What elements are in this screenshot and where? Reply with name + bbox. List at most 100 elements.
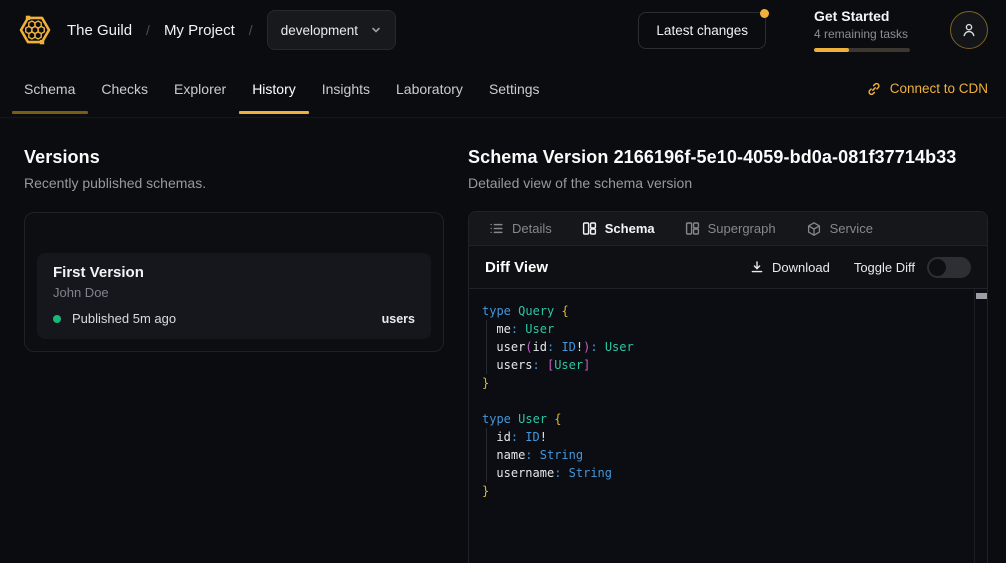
app-header: The Guild / My Project / development Lat… (0, 0, 1006, 60)
nav-tab-label: Explorer (174, 81, 226, 97)
version-name: First Version (53, 264, 415, 281)
code-content: type Query {me: Useruser(id: ID!): Useru… (482, 302, 961, 500)
detail-tab-details[interactable]: Details (489, 221, 552, 236)
schema-detail-panel: Details Schema Supergraph Service Diff View… (468, 211, 988, 563)
diff-view-header: Diff View Download Toggle Diff (469, 246, 987, 289)
cube-icon (806, 221, 822, 237)
nav-tabs: Schema Checks Explorer History Insights Labor… (24, 60, 553, 117)
code-scrollbar[interactable] (974, 289, 987, 563)
detail-tab-label: Service (830, 221, 873, 236)
code-line: me: User (482, 320, 961, 338)
version-meta: Published 5m ago users (53, 311, 415, 326)
nav-tab-label: History (252, 81, 296, 97)
code-line: } (482, 482, 961, 500)
code-line: id: ID! (482, 428, 961, 446)
toggle-diff-label: Toggle Diff (854, 260, 915, 275)
code-line: type User { (482, 410, 961, 428)
download-icon (750, 260, 764, 274)
nav-tab-explorer[interactable]: Explorer (161, 60, 239, 117)
main-content: Versions Recently published schemas. Fir… (0, 118, 1006, 563)
code-line: type Query { (482, 302, 961, 320)
breadcrumb-org[interactable]: The Guild (67, 22, 132, 39)
get-started-widget[interactable]: Get Started 4 remaining tasks (814, 8, 910, 52)
connect-to-cdn-link[interactable]: Connect to CDN (866, 60, 988, 117)
header-right: Latest changes Get Started 4 remaining t… (638, 8, 988, 52)
versions-column: Versions Recently published schemas. Fir… (24, 147, 444, 563)
nav-tab-history[interactable]: History (239, 60, 309, 117)
get-started-subtitle: 4 remaining tasks (814, 27, 910, 41)
code-line: user(id: ID!): User (482, 338, 961, 356)
indent-guide (486, 428, 487, 446)
detail-tab-label: Supergraph (708, 221, 776, 236)
code-scrollbar-thumb[interactable] (976, 293, 987, 299)
nav-tab-label: Insights (322, 81, 370, 97)
nav-tab-label: Settings (489, 81, 540, 97)
nav-tab-checks[interactable]: Checks (88, 60, 161, 117)
download-button[interactable]: Download (750, 260, 830, 275)
schema-version-subtitle: Detailed view of the schema version (468, 175, 988, 191)
get-started-progress-fill (814, 48, 849, 52)
service-badge: users (382, 312, 415, 326)
nav-tab-label: Laboratory (396, 81, 463, 97)
schema-code-viewer: type Query {me: Useruser(id: ID!): Useru… (469, 289, 987, 563)
code-line (482, 392, 961, 410)
columns-icon (582, 221, 597, 236)
detail-tabs: Details Schema Supergraph Service (469, 212, 987, 246)
versions-subtitle: Recently published schemas. (24, 175, 444, 191)
code-line: name: String (482, 446, 961, 464)
chevron-down-icon (370, 24, 382, 36)
columns-icon (685, 221, 700, 236)
detail-tab-schema[interactable]: Schema (582, 221, 655, 236)
detail-tab-label: Details (512, 221, 552, 236)
nav-tab-laboratory[interactable]: Laboratory (383, 60, 476, 117)
nav-tab-label: Schema (24, 81, 75, 97)
latest-changes-button[interactable]: Latest changes (638, 12, 766, 49)
indent-guide (486, 320, 487, 338)
versions-title: Versions (24, 147, 444, 168)
get-started-title: Get Started (814, 8, 910, 24)
connect-to-cdn-label: Connect to CDN (890, 81, 988, 96)
detail-tab-supergraph[interactable]: Supergraph (685, 221, 776, 236)
nav-tab-schema[interactable]: Schema (12, 60, 88, 117)
indent-guide (486, 356, 487, 374)
download-label: Download (772, 260, 830, 275)
notification-dot (760, 9, 769, 18)
breadcrumb-separator: / (146, 22, 150, 38)
link-icon (866, 81, 882, 97)
breadcrumb-separator: / (249, 22, 253, 38)
detail-tab-label: Schema (605, 221, 655, 236)
indent-guide (486, 338, 487, 356)
toggle-diff-switch[interactable] (927, 257, 971, 278)
nav-tab-label: Checks (101, 81, 148, 97)
diff-actions: Download Toggle Diff (750, 257, 971, 278)
target-selector-value: development (281, 23, 358, 38)
nav-tab-insights[interactable]: Insights (309, 60, 383, 117)
latest-changes-label: Latest changes (656, 23, 748, 38)
published-status-dot (53, 315, 61, 323)
person-icon (961, 22, 977, 38)
indent-guide (486, 446, 487, 464)
version-status: Published 5m ago (72, 311, 176, 326)
get-started-progress-bar (814, 48, 910, 52)
toggle-knob (929, 259, 946, 276)
schema-version-title: Schema Version 2166196f-5e10-4059-bd0a-0… (468, 147, 988, 168)
breadcrumb: The Guild / My Project / (67, 22, 253, 39)
version-list-item[interactable]: First Version John Doe Published 5m ago use… (37, 253, 431, 339)
target-selector[interactable]: development (267, 10, 396, 50)
breadcrumb-project[interactable]: My Project (164, 22, 235, 39)
diff-view-title: Diff View (485, 259, 548, 276)
version-detail-column: Schema Version 2166196f-5e10-4059-bd0a-0… (468, 147, 988, 563)
toggle-diff-group: Toggle Diff (854, 257, 971, 278)
code-line: } (482, 374, 961, 392)
user-avatar[interactable] (950, 11, 988, 49)
main-nav: Schema Checks Explorer History Insights Labor… (0, 60, 1006, 118)
code-line: users: [User] (482, 356, 961, 374)
version-author: John Doe (53, 285, 415, 300)
nav-tab-settings[interactable]: Settings (476, 60, 553, 117)
detail-tab-service[interactable]: Service (806, 221, 873, 237)
code-line: username: String (482, 464, 961, 482)
versions-list-card: First Version John Doe Published 5m ago use… (24, 212, 444, 352)
guild-logo-icon[interactable] (18, 13, 52, 47)
indent-guide (486, 464, 487, 482)
list-icon (489, 221, 504, 236)
